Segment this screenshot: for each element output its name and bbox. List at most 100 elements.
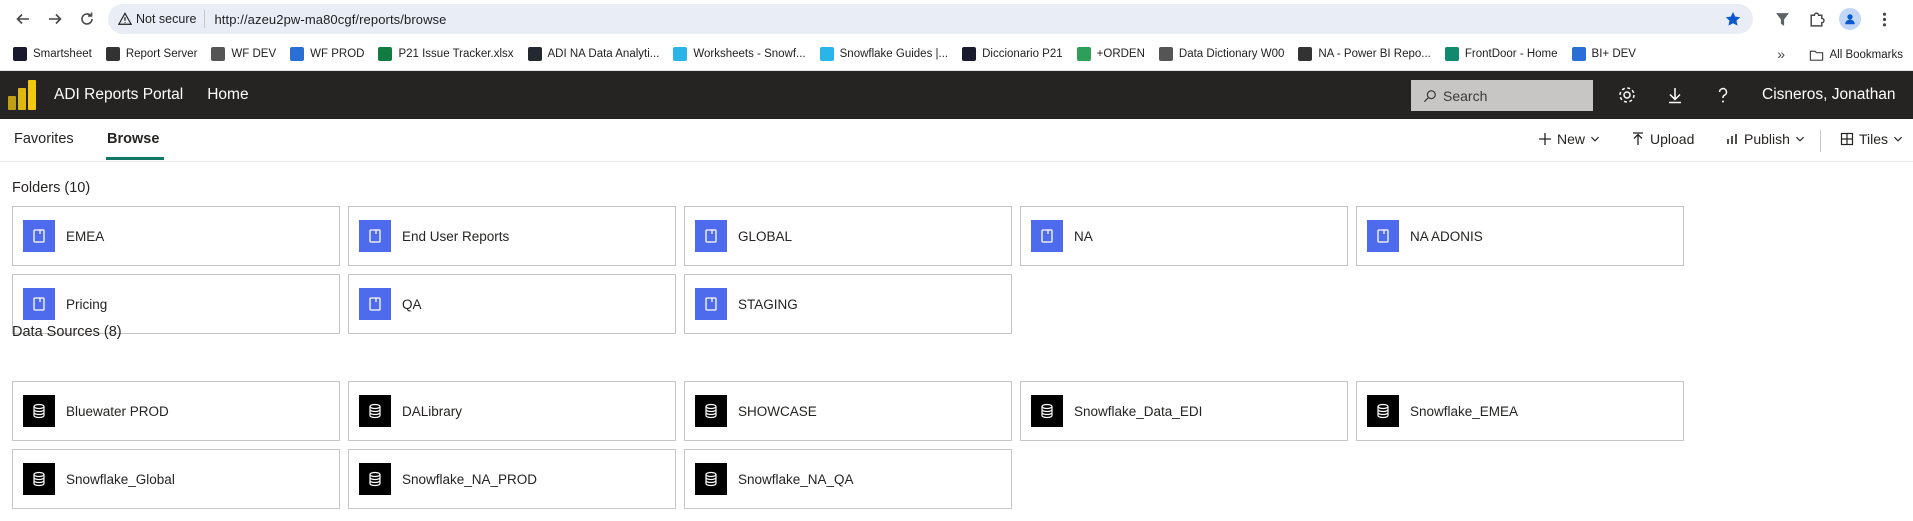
tab-browse[interactable]: Browse (107, 131, 159, 147)
bookmark-orden[interactable]: +ORDEN (1070, 41, 1152, 67)
bookmark-snowflake-guides[interactable]: Snowflake Guides |... (813, 41, 955, 67)
bookmark-label: Diccionario P21 (982, 48, 1063, 60)
database-icon (359, 395, 391, 427)
data-source-tile-snowflake-na-prod[interactable]: Snowflake_NA_PROD (348, 449, 676, 509)
tile-label: Bluewater PROD (66, 403, 169, 419)
bookmarks-bar: Smartsheet Report Server WF DEV WF PROD P21 … (0, 38, 1913, 71)
forward-icon[interactable] (40, 4, 70, 34)
bookmark-wf-dev[interactable]: WF DEV (204, 41, 283, 67)
data-sources-section-title: Data Sources (8) (12, 324, 122, 340)
tile-label: Snowflake_Data_EDI (1074, 403, 1203, 419)
upload-button[interactable]: Upload (1631, 131, 1694, 147)
data-source-tile-snowflake-na-qa[interactable]: Snowflake_NA_QA (684, 449, 1012, 509)
bookmark-star-icon[interactable] (1725, 11, 1741, 27)
data-source-tile-showcase[interactable]: SHOWCASE (684, 381, 1012, 441)
folder-tile-end-user-reports[interactable]: End User Reports (348, 206, 676, 266)
bookmark-p21-issue-tracker-xlsx[interactable]: P21 Issue Tracker.xlsx (371, 41, 520, 67)
reload-icon[interactable] (72, 4, 102, 34)
bookmark-wf-prod[interactable]: WF PROD (283, 41, 371, 67)
bookmark-favicon-icon (105, 47, 120, 61)
bookmark-adi-na-data-analyti[interactable]: ADI NA Data Analyti... (521, 41, 667, 67)
bookmark-report-server[interactable]: Report Server (99, 41, 205, 67)
bookmark-favicon-icon (1076, 47, 1091, 61)
data-source-tile-bluewater-prod[interactable]: Bluewater PROD (12, 381, 340, 441)
folder-icon (1809, 50, 1823, 61)
upload-icon (1633, 132, 1643, 145)
bookmark-label: WF PROD (310, 48, 365, 60)
not-secure-chip[interactable]: Not secure (118, 10, 206, 28)
warning-icon (118, 12, 132, 25)
not-secure-label: Not secure (136, 12, 197, 26)
data-source-tile-snowflake-data-edi[interactable]: Snowflake_Data_EDI (1020, 381, 1348, 441)
active-tab-indicator (106, 157, 164, 160)
home-link[interactable]: Home (207, 86, 248, 104)
bookmark-diccionario-p21[interactable]: Diccionario P21 (955, 41, 1070, 67)
folder-icon (1367, 220, 1399, 252)
database-icon (359, 463, 391, 495)
folder-tile-global[interactable]: GLOBAL (684, 206, 1012, 266)
bookmark-label: FrontDoor - Home (1464, 48, 1558, 60)
bookmark-bi-dev[interactable]: BI+ DEV (1565, 41, 1643, 67)
help-icon[interactable] (1713, 85, 1733, 105)
back-icon[interactable] (8, 4, 38, 34)
tab-favorites[interactable]: Favorites (14, 131, 74, 147)
publish-button[interactable]: Publish (1725, 131, 1805, 147)
database-icon (23, 463, 55, 495)
bookmark-smartsheet[interactable]: Smartsheet (6, 41, 99, 67)
bookmark-frontdoor-home[interactable]: FrontDoor - Home (1438, 41, 1565, 67)
chevron-down-icon (1894, 136, 1903, 142)
browser-menu-icon[interactable] (1869, 4, 1899, 34)
new-button[interactable]: New (1538, 131, 1600, 147)
folder-icon (359, 220, 391, 252)
extension-filter-icon[interactable] (1767, 4, 1797, 34)
powerbi-logo-icon[interactable] (8, 80, 38, 110)
folder-tile-na[interactable]: NA (1020, 206, 1348, 266)
bookmark-favicon-icon (819, 47, 834, 61)
bookmark-data-dictionary-w00[interactable]: Data Dictionary W00 (1152, 41, 1291, 67)
tile-label: NA ADONIS (1410, 228, 1483, 244)
portal-header: ADI Reports Portal Home Search Cisneros,… (0, 71, 1913, 119)
tiles-label: Tiles (1859, 131, 1889, 147)
portal-title[interactable]: ADI Reports Portal (54, 86, 183, 104)
tile-label: Pricing (66, 296, 108, 312)
folder-icon (1031, 220, 1063, 252)
extensions-puzzle-icon[interactable] (1801, 4, 1831, 34)
bookmark-label: P21 Issue Tracker.xlsx (398, 48, 514, 60)
view-tiles-button[interactable]: Tiles (1840, 131, 1903, 147)
data-source-tile-snowflake-global[interactable]: Snowflake_Global (12, 449, 340, 509)
powerbi-publish-icon (1727, 134, 1737, 144)
bookmark-favicon-icon (1298, 47, 1313, 61)
search-input[interactable]: Search (1411, 80, 1593, 111)
folder-tile-staging[interactable]: STAGING (684, 274, 1012, 334)
bookmark-favicon-icon (1444, 47, 1459, 61)
address-bar[interactable]: Not secure http://azeu2pw-ma80cgf/report… (108, 4, 1753, 34)
settings-gear-icon[interactable] (1617, 85, 1637, 105)
bookmark-label: ADI NA Data Analyti... (547, 48, 660, 60)
bookmark-favicon-icon (527, 47, 542, 61)
folder-icon (23, 288, 55, 320)
all-bookmarks-button[interactable]: All Bookmarks (1809, 42, 1903, 68)
bookmark-label: Snowflake Guides |... (839, 48, 949, 60)
bookmark-label: +ORDEN (1096, 48, 1145, 60)
tile-label: Snowflake_EMEA (1410, 403, 1519, 419)
bookmark-favicon-icon (962, 47, 977, 61)
folder-tile-na-adonis[interactable]: NA ADONIS (1356, 206, 1684, 266)
data-source-tile-snowflake-emea[interactable]: Snowflake_EMEA (1356, 381, 1684, 441)
tiles-grid-icon (1840, 132, 1854, 146)
url-text[interactable]: http://azeu2pw-ma80cgf/reports/browse (214, 12, 446, 27)
data-source-tile-dalibrary[interactable]: DALibrary (348, 381, 676, 441)
bookmark-label: Smartsheet (33, 48, 92, 60)
folder-tile-qa[interactable]: QA (348, 274, 676, 334)
bookmark-na-power-bi-repo[interactable]: NA - Power BI Repo... (1291, 41, 1438, 67)
user-name[interactable]: Cisneros, Jonathan (1762, 86, 1896, 104)
database-icon (1367, 395, 1399, 427)
profile-avatar[interactable] (1835, 4, 1865, 34)
bookmark-label: BI+ DEV (1591, 48, 1636, 60)
download-icon[interactable] (1665, 85, 1685, 105)
bookmark-worksheets-snowf[interactable]: Worksheets - Snowf... (666, 41, 812, 67)
folder-tile-emea[interactable]: EMEA (12, 206, 340, 266)
more-bookmarks-icon[interactable]: » (1777, 46, 1785, 62)
folder-icon (359, 288, 391, 320)
tile-label: End User Reports (402, 228, 510, 244)
folders-section-title: Folders (10) (12, 180, 91, 196)
